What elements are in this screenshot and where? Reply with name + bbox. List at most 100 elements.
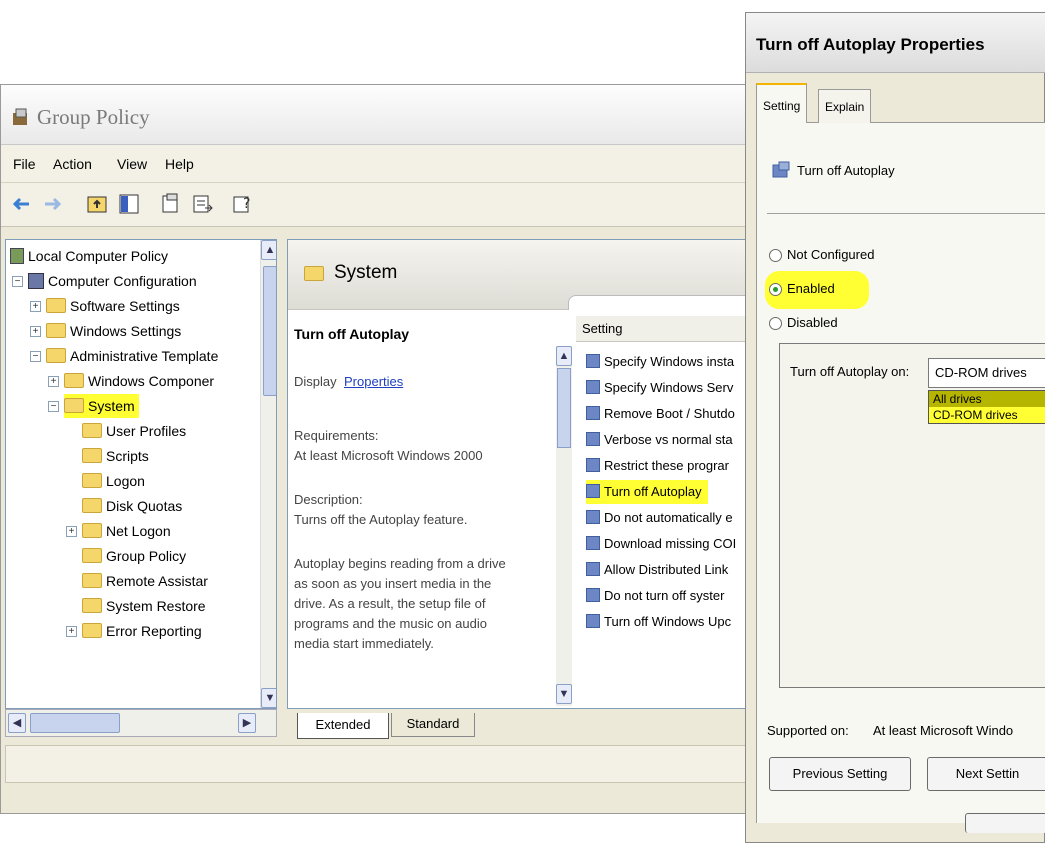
tree-node-remote-assistance[interactable]: Remote Assistar (82, 569, 208, 593)
tree-horizontal-scrollbar[interactable]: ◀ ▶ (5, 709, 277, 737)
menu-view[interactable]: View (117, 156, 147, 172)
radio-disabled[interactable] (769, 317, 782, 330)
forward-arrow-icon[interactable] (41, 192, 65, 216)
properties-link[interactable]: Properties (344, 372, 403, 392)
folder-icon (82, 423, 102, 438)
radio-enabled[interactable] (769, 283, 782, 296)
tree-node-windows-settings[interactable]: Windows Settings (46, 319, 181, 343)
collapse-icon[interactable]: − (12, 276, 23, 287)
tab-extended[interactable]: Extended (297, 713, 389, 739)
tab-explain[interactable]: Explain (818, 89, 872, 123)
option-label: Turn off Autoplay on: (790, 364, 910, 379)
previous-setting-button[interactable]: Previous Setting (769, 757, 911, 791)
expand-icon[interactable]: + (48, 376, 59, 387)
tree-node-net-logon[interactable]: Net Logon (82, 519, 171, 543)
tree-node-software-settings[interactable]: Software Settings (46, 294, 180, 318)
scroll-up-icon[interactable]: ▲ (261, 240, 276, 260)
group-policy-app-icon (13, 108, 27, 125)
list-tab-shape (568, 295, 760, 310)
description-line: as soon as you insert media in the (294, 576, 492, 591)
tree-node-disk-quotas[interactable]: Disk Quotas (82, 494, 182, 518)
tree-node-administrative-templates[interactable]: Administrative Template (46, 344, 218, 368)
list-vertical-scrollbar[interactable]: ▲ ▼ (556, 346, 572, 706)
requirements-value: At least Microsoft Windows 2000 (294, 448, 483, 463)
menu-action[interactable]: Action (53, 156, 92, 172)
column-header-setting: Setting (582, 321, 623, 336)
description-line: drive. As a result, the setup file of (294, 596, 486, 611)
list-item[interactable]: Specify Windows insta (586, 350, 734, 374)
up-folder-icon[interactable] (85, 192, 109, 216)
dropdown-list: All drives CD-ROM drives (928, 390, 1045, 424)
scroll-down-icon[interactable]: ▼ (261, 688, 276, 708)
scroll-thumb[interactable] (263, 266, 276, 396)
collapse-icon[interactable]: − (48, 401, 59, 412)
policy-setting-icon (586, 458, 600, 472)
help-icon[interactable]: ? (231, 192, 255, 216)
list-item[interactable]: Turn off Windows Upc (586, 610, 731, 634)
policy-name: Turn off Autoplay (797, 163, 895, 178)
folder-icon (82, 598, 102, 613)
list-item[interactable]: Do not automatically e (586, 506, 733, 530)
tree-node-windows-components[interactable]: Windows Componer (64, 369, 214, 393)
tree-node-system-restore[interactable]: System Restore (82, 594, 206, 618)
tree-node-computer-configuration[interactable]: Computer Configuration (28, 269, 197, 293)
next-setting-button[interactable]: Next Settin (927, 757, 1045, 791)
dialog-tabs: Setting Explain (756, 83, 1045, 123)
tree-node-user-profiles[interactable]: User Profiles (82, 419, 186, 443)
list-item[interactable]: Remove Boot / Shutdo (586, 402, 735, 426)
tab-standard[interactable]: Standard (391, 713, 475, 737)
options-panel: Turn off Autoplay on: CD-ROM drives All … (779, 343, 1045, 688)
expand-icon[interactable]: + (66, 526, 77, 537)
scroll-left-icon[interactable]: ◀ (8, 713, 26, 733)
tree-node-error-reporting[interactable]: Error Reporting (82, 619, 202, 643)
folder-icon (82, 548, 102, 563)
group-policy-window: Group Policy File Action View Help ? Loc… (0, 84, 761, 814)
toolbar: ? (1, 183, 761, 227)
expand-icon[interactable]: + (66, 626, 77, 637)
properties-icon[interactable] (159, 192, 183, 216)
dropdown-option-all-drives[interactable]: All drives (929, 391, 1045, 407)
scroll-down-icon[interactable]: ▼ (556, 684, 572, 704)
list-item-turn-off-autoplay[interactable]: Turn off Autoplay (586, 480, 708, 504)
svg-text:?: ? (243, 196, 250, 212)
list-item[interactable]: Verbose vs normal sta (586, 428, 733, 452)
tab-setting[interactable]: Setting (756, 83, 808, 123)
tree-vertical-scrollbar[interactable]: ▲ ▼ (260, 240, 276, 708)
export-list-icon[interactable] (191, 192, 215, 216)
autoplay-drive-select[interactable]: CD-ROM drives (928, 358, 1045, 388)
tree-node-group-policy[interactable]: Group Policy (82, 544, 186, 568)
radio-not-configured[interactable] (769, 249, 782, 262)
list-item[interactable]: Specify Windows Serv (586, 376, 733, 400)
scroll-up-icon[interactable]: ▲ (556, 346, 572, 366)
menu-file[interactable]: File (13, 156, 36, 172)
list-header[interactable]: Setting (576, 316, 760, 342)
expand-icon[interactable]: + (30, 326, 41, 337)
scroll-thumb[interactable] (557, 368, 571, 448)
list-item[interactable]: Download missing COI (586, 532, 736, 556)
folder-icon (82, 498, 102, 513)
policy-setting-icon (586, 380, 600, 394)
expand-icon[interactable]: + (30, 301, 41, 312)
list-item[interactable]: Restrict these prograr (586, 454, 729, 478)
folder-icon (46, 298, 66, 313)
display-prefix: Display (294, 374, 337, 389)
scroll-thumb[interactable] (30, 713, 120, 733)
tree-node-system[interactable]: System (64, 394, 139, 418)
details-pane: System Turn off Autoplay Display Propert… (287, 239, 761, 709)
radio-disabled-label: Disabled (787, 315, 838, 330)
tree-node-logon[interactable]: Logon (82, 469, 145, 493)
collapse-icon[interactable]: − (30, 351, 41, 362)
back-arrow-icon[interactable] (9, 192, 33, 216)
menu-help[interactable]: Help (165, 156, 194, 172)
ok-button[interactable] (965, 813, 1045, 833)
list-item[interactable]: Allow Distributed Link (586, 558, 728, 582)
policy-setting-icon (772, 161, 790, 178)
tree-node-scripts[interactable]: Scripts (82, 444, 149, 468)
folder-icon (304, 266, 324, 281)
dropdown-option-cd-rom[interactable]: CD-ROM drives (929, 407, 1045, 423)
scroll-right-icon[interactable]: ▶ (238, 713, 256, 733)
policy-setting-icon (586, 432, 600, 446)
list-item[interactable]: Do not turn off syster (586, 584, 724, 608)
tree-node-local-computer-policy[interactable]: Local Computer Policy (10, 244, 168, 268)
show-hide-tree-icon[interactable] (117, 192, 141, 216)
